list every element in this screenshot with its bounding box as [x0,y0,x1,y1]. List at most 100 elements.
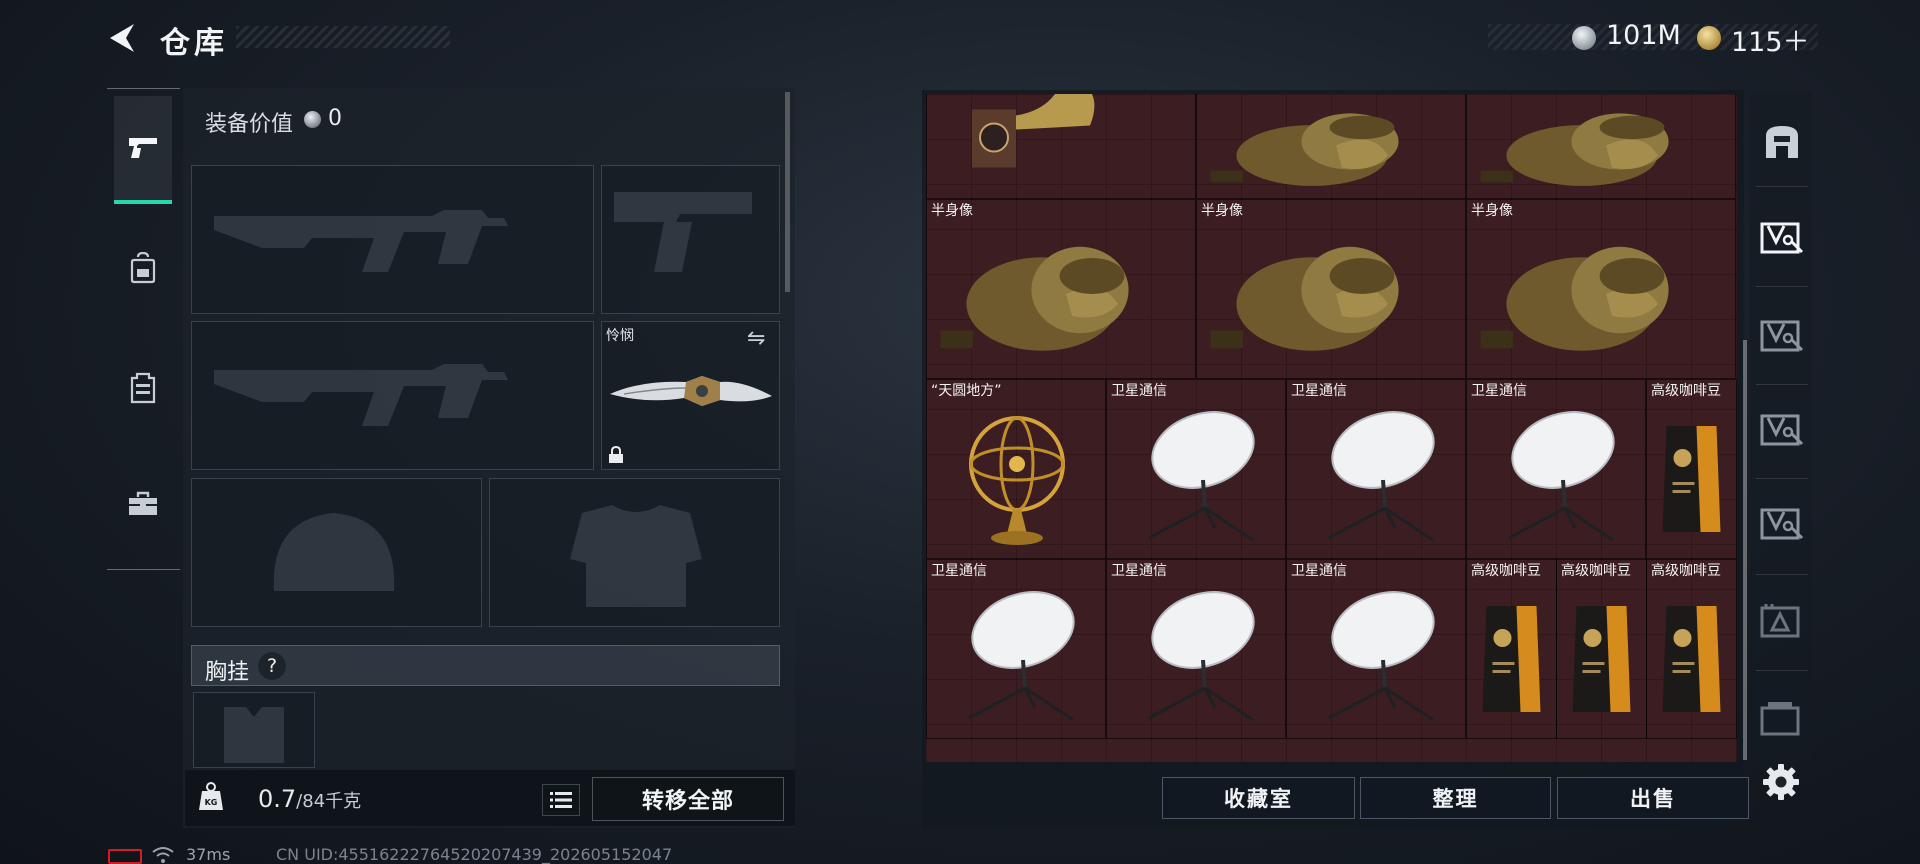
stash-item[interactable]: 半身像 [1196,199,1466,379]
title-decoration [236,26,450,48]
stash-page-6-icon[interactable] [1758,694,1806,742]
ping-readout: 37ms [186,845,231,864]
wifi-icon [152,847,174,863]
stash-page-3-icon[interactable] [1758,404,1806,452]
stash-item[interactable]: 高级咖啡豆 [1646,559,1737,739]
pistol-icon [129,138,157,158]
sort-button[interactable]: 整理 [1360,777,1551,819]
stash-item-label: 高级咖啡豆 [1651,563,1721,579]
satellite-dish-icon [1328,411,1435,542]
toolbox-icon [129,491,157,515]
page-title: 仓库 [160,26,228,61]
stash-item[interactable]: 卫星通信 [1106,379,1286,559]
coffee-bag-icon [1482,606,1541,712]
stash-item-label: 卫星通信 [1111,563,1167,579]
tab-vest[interactable] [114,334,172,442]
stash-item-label: 卫星通信 [1291,383,1347,399]
settings-gear-icon[interactable] [1761,762,1801,802]
backpack-icon [130,252,156,284]
stash-item[interactable] [1196,94,1466,199]
stash-item-label: “天圆地方” [931,383,1002,399]
satellite-dish-icon [1508,411,1615,542]
player-uid: CN UID:4551622276452020​7439_20260515204… [276,845,673,864]
stash-item[interactable]: 半身像 [926,199,1196,379]
tab-backpack[interactable] [114,214,172,322]
rifle-silhouette-icon [214,210,508,272]
stash-item[interactable]: 卫星通信 [1466,379,1646,559]
coffee-bag-icon [1662,606,1721,712]
body-armor-slot[interactable] [489,478,780,627]
stash-item[interactable]: “天圆地方” [926,379,1106,559]
help-icon[interactable]: ? [258,652,286,680]
stash-item[interactable]: 高级咖啡豆 [1556,559,1647,739]
carry-weight-max: /84千克 [296,791,362,812]
stash-scrollbar[interactable] [1743,340,1747,760]
tab-weapons[interactable] [114,96,172,204]
stash-item[interactable]: 高级咖啡豆 [1646,379,1737,559]
sidebar-divider [1756,384,1808,385]
chest-rig-label: 胸挂 [205,660,250,685]
svg-text:KG: KG [205,798,218,807]
coffee-bag-icon [1662,426,1721,532]
list-view-button[interactable] [542,784,580,816]
helmet-silhouette-icon [273,513,395,591]
swap-icon[interactable]: ⇋ [747,326,765,351]
carry-weight: 0.7/84千克 [258,785,361,813]
vest-icon [130,372,156,404]
bust-icon [1480,246,1669,351]
stash-item-label: 卫星通信 [931,563,987,579]
equipment-value-amount: 0 [328,106,342,131]
sidebar-divider [1756,574,1808,575]
stash-item[interactable]: 半身像 [1466,199,1736,379]
back-arrow-icon[interactable] [104,20,140,56]
stash-item[interactable]: 卫星通信 [926,559,1106,739]
stash-item-label: 卫星通信 [1291,563,1347,579]
sidebar-divider [1756,286,1808,287]
silver-currency-amount: 101M [1606,20,1681,51]
melee-weapon-name: 怜悯 [606,328,634,344]
stash-item-label: 卫星通信 [1471,383,1527,399]
stash-grid[interactable]: 半身像 半身像 半身像 “天圆地方” 卫星通信 卫星通信 卫星通信 高级咖啡豆 卫星通信 卫星通信… [926,94,1737,762]
helmet-slot[interactable] [191,478,482,627]
tab-toolbox[interactable] [114,450,172,558]
gramophone-icon [972,94,1095,168]
satellite-dish-icon [1148,591,1255,722]
sidearm-slot[interactable] [601,165,780,314]
safe-box-icon[interactable] [1758,118,1806,166]
stash-item-label: 半身像 [1471,203,1513,219]
chest-rig-slot[interactable] [193,692,315,768]
stash-item-label: 高级咖啡豆 [1471,563,1541,579]
stash-item-label: 半身像 [1201,203,1243,219]
stash-item[interactable]: 卫星通信 [1286,559,1466,739]
bust-icon [1480,113,1669,186]
silver-coin-icon [1572,26,1596,50]
satellite-dish-icon [968,591,1075,722]
sidebar-divider [1756,478,1808,479]
stash-item[interactable] [926,94,1196,199]
secondary-weapon-slot[interactable] [191,321,594,470]
stash-page-4-icon[interactable] [1758,498,1806,546]
transfer-all-button[interactable]: 转移全部 [592,777,784,821]
stash-item[interactable]: 卫星通信 [1286,379,1466,559]
armor-silhouette-icon [570,505,702,607]
gold-currency-amount[interactable]: 115＋ [1731,20,1810,59]
chest-rig-silhouette-icon [224,707,284,763]
stash-page-1-icon[interactable] [1758,212,1806,260]
equipment-value-label: 装备价值 [205,112,294,137]
stash-page-2-icon[interactable] [1758,310,1806,358]
stash-item[interactable]: 高级咖啡豆 [1466,559,1557,739]
collection-room-button[interactable]: 收藏室 [1162,777,1355,819]
carry-weight-current: 0.7 [258,785,297,813]
armillary-sphere-icon [969,416,1065,545]
list-icon [550,792,572,808]
stash-page-5-icon[interactable] [1758,596,1806,644]
loadout-scrollbar[interactable] [785,92,790,292]
bust-icon [940,246,1129,351]
primary-weapon-slot[interactable] [191,165,594,314]
sidebar-divider [1756,186,1808,187]
sell-button[interactable]: 出售 [1557,777,1749,819]
stash-item[interactable] [1466,94,1736,199]
stash-item-label: 卫星通信 [1111,383,1167,399]
lock-icon [609,446,623,463]
stash-item[interactable]: 卫星通信 [1106,559,1286,739]
